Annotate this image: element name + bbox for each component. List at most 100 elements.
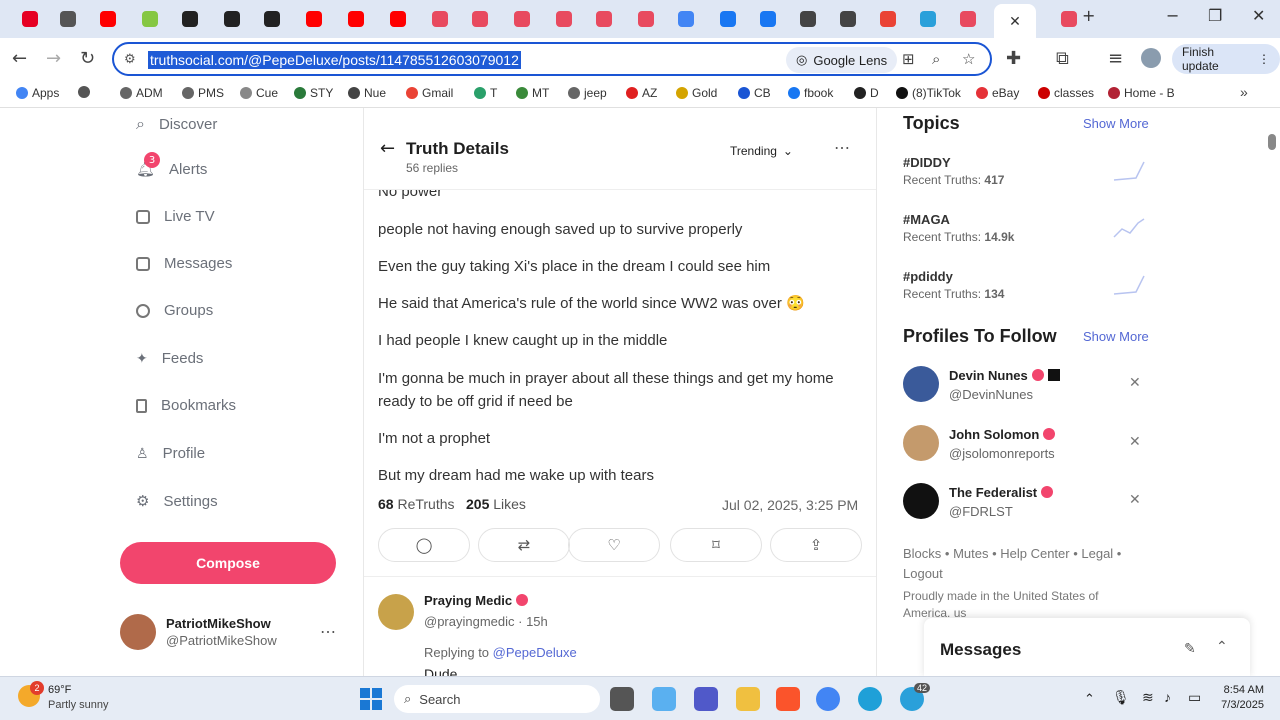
bookmark-item[interactable]: classes	[1038, 86, 1094, 100]
browser-tab[interactable]	[49, 6, 87, 32]
bookmark-item[interactable]: Nue	[348, 86, 386, 100]
browser-tab[interactable]	[421, 6, 459, 32]
install-app-icon[interactable]: ⊞	[902, 50, 915, 68]
maximize-icon[interactable]: ❐	[1208, 6, 1222, 25]
nav-profile[interactable]: ♙ Profile	[136, 445, 205, 462]
file-explorer-icon[interactable]	[736, 687, 760, 711]
retruths-stat[interactable]: 68 ReTruths	[378, 496, 455, 512]
profile-suggestion[interactable]: John Solomon @jsolomonreports ✕	[903, 425, 1153, 465]
dismiss-close-icon[interactable]: ✕	[1129, 433, 1141, 450]
clock-date[interactable]: 7/3/2025	[1210, 699, 1264, 711]
new-tab-plus-icon[interactable]: +	[1082, 6, 1095, 25]
like-button[interactable]: ♡	[568, 528, 660, 562]
profile-avatar[interactable]	[1141, 48, 1161, 68]
star-bookmark-icon[interactable]: ☆	[962, 50, 975, 68]
tray-chevron-up-icon[interactable]: ⌃	[1084, 691, 1095, 707]
bookmark-item[interactable]: Cue	[240, 86, 278, 100]
footer-links[interactable]: Blocks • Mutes • Help Center • Legal • Lo…	[903, 544, 1143, 584]
reply-button[interactable]: ◯	[378, 528, 470, 562]
browser-tab[interactable]	[503, 6, 541, 32]
bookmark-item[interactable]: eBay	[976, 86, 1019, 100]
browser-tab[interactable]	[789, 6, 827, 32]
bookmark-item[interactable]: fbook	[788, 86, 833, 100]
nav-settings[interactable]: ⚙ Settings	[136, 492, 218, 510]
reply-author[interactable]: Praying Medic	[424, 593, 529, 608]
bookmark-item[interactable]	[78, 86, 90, 98]
browser-tab[interactable]	[337, 6, 375, 32]
compose-button[interactable]: Compose	[120, 542, 336, 584]
bookmark-item[interactable]: MT	[516, 86, 549, 100]
nav-groups[interactable]: Groups	[136, 302, 213, 319]
profile-suggestion[interactable]: The Federalist @FDRLST ✕	[903, 483, 1153, 523]
topics-show-more[interactable]: Show More	[1083, 116, 1149, 131]
browser-tab[interactable]	[171, 6, 209, 32]
bookmark-item[interactable]: Home - B	[1108, 86, 1175, 100]
browser-tab[interactable]	[585, 6, 623, 32]
replying-to-link[interactable]: @PepeDeluxe	[493, 645, 577, 660]
bookmark-item[interactable]: AZ	[626, 86, 657, 100]
retruth-button[interactable]: ⇄	[478, 528, 570, 562]
browser-tab[interactable]	[11, 6, 49, 32]
browser-tab[interactable]	[909, 6, 947, 32]
tab-search-icon[interactable]: ⧉	[1056, 48, 1069, 69]
topic-item[interactable]: #pdiddy Recent Truths: 134	[903, 269, 1004, 301]
wifi-icon[interactable]: ≋	[1142, 689, 1154, 706]
speaker-muted-icon[interactable]: ♪	[1164, 689, 1171, 705]
topic-item[interactable]: #DIDDY Recent Truths: 417	[903, 155, 1004, 187]
browser-tab[interactable]	[131, 6, 169, 32]
more-menu-icon[interactable]: ⋮	[1258, 52, 1270, 66]
messages-dock[interactable]: Messages ✎ ⌃	[924, 618, 1250, 676]
browser-tab[interactable]	[213, 6, 251, 32]
browser-tab[interactable]	[379, 6, 417, 32]
google-lens-button[interactable]: ◎ Google Lens	[786, 47, 898, 73]
bookmark-item[interactable]: D	[854, 86, 879, 100]
dismiss-close-icon[interactable]: ✕	[1129, 491, 1141, 508]
browser-tab[interactable]	[461, 6, 499, 32]
user-avatar[interactable]	[120, 614, 156, 650]
nav-messages[interactable]: Messages	[136, 255, 232, 272]
bookmark-item[interactable]: Apps	[16, 86, 59, 100]
nav-feeds[interactable]: ✦ Feeds	[136, 350, 203, 367]
bookmark-item[interactable]: STY	[294, 86, 333, 100]
bookmark-button[interactable]: ⌑	[670, 528, 762, 562]
bookmark-item[interactable]: CB	[738, 86, 771, 100]
browser-tab[interactable]	[627, 6, 665, 32]
bookmark-item[interactable]: (8)TikTok	[896, 86, 961, 100]
extensions-icon[interactable]: ✚	[1006, 48, 1021, 69]
address-bar[interactable]: ⚙ truthsocial.com/@PepeDeluxe/posts/1147…	[112, 42, 992, 76]
bookmark-item[interactable]: ADM	[120, 86, 163, 100]
account-more-icon[interactable]: ⋯	[320, 622, 336, 642]
minimize-icon[interactable]: −	[1166, 6, 1179, 25]
browser-tab[interactable]	[949, 6, 987, 32]
nav-discover[interactable]: ⌕ Discover	[136, 114, 217, 134]
bookmark-item[interactable]: Gold	[676, 86, 717, 100]
close-window-icon[interactable]: ✕	[1252, 6, 1265, 25]
logout-link[interactable]: Logout	[903, 566, 943, 581]
clock-time[interactable]: 8:54 AM	[1210, 684, 1264, 696]
chevron-up-icon[interactable]: ⌃	[1216, 638, 1228, 655]
sort-dropdown[interactable]: Trending ⌄	[730, 138, 793, 164]
finish-update-button[interactable]: Finish update ⋮	[1172, 44, 1280, 74]
browser-tab[interactable]	[89, 6, 127, 32]
bookmark-item[interactable]: T	[474, 86, 497, 100]
reload-icon[interactable]: ↻	[80, 48, 95, 69]
chrome-icon[interactable]	[816, 687, 840, 711]
nav-alerts[interactable]: 🔔︎ 3 Alerts	[136, 152, 207, 178]
browser-tab[interactable]	[667, 6, 705, 32]
active-tab[interactable]: ✕	[994, 4, 1036, 38]
battery-icon[interactable]: ▭	[1188, 689, 1201, 706]
dismiss-close-icon[interactable]: ✕	[1129, 374, 1141, 391]
browser-tab[interactable]	[869, 6, 907, 32]
share-button[interactable]: ⇪	[770, 528, 862, 562]
nav-live-tv[interactable]: Live TV	[136, 208, 215, 225]
back-arrow-icon[interactable]: ←	[380, 138, 395, 159]
likes-stat[interactable]: 205 Likes	[466, 496, 526, 512]
copilot-icon[interactable]	[652, 687, 676, 711]
task-view-icon[interactable]	[610, 687, 634, 711]
bookmark-item[interactable]: jeep	[568, 86, 607, 100]
browser-tab[interactable]	[295, 6, 333, 32]
back-arrow-icon[interactable]: ←	[12, 48, 27, 69]
browser-tab[interactable]	[253, 6, 291, 32]
forward-arrow-icon[interactable]: →	[46, 48, 61, 69]
edge-icon[interactable]	[858, 687, 882, 711]
